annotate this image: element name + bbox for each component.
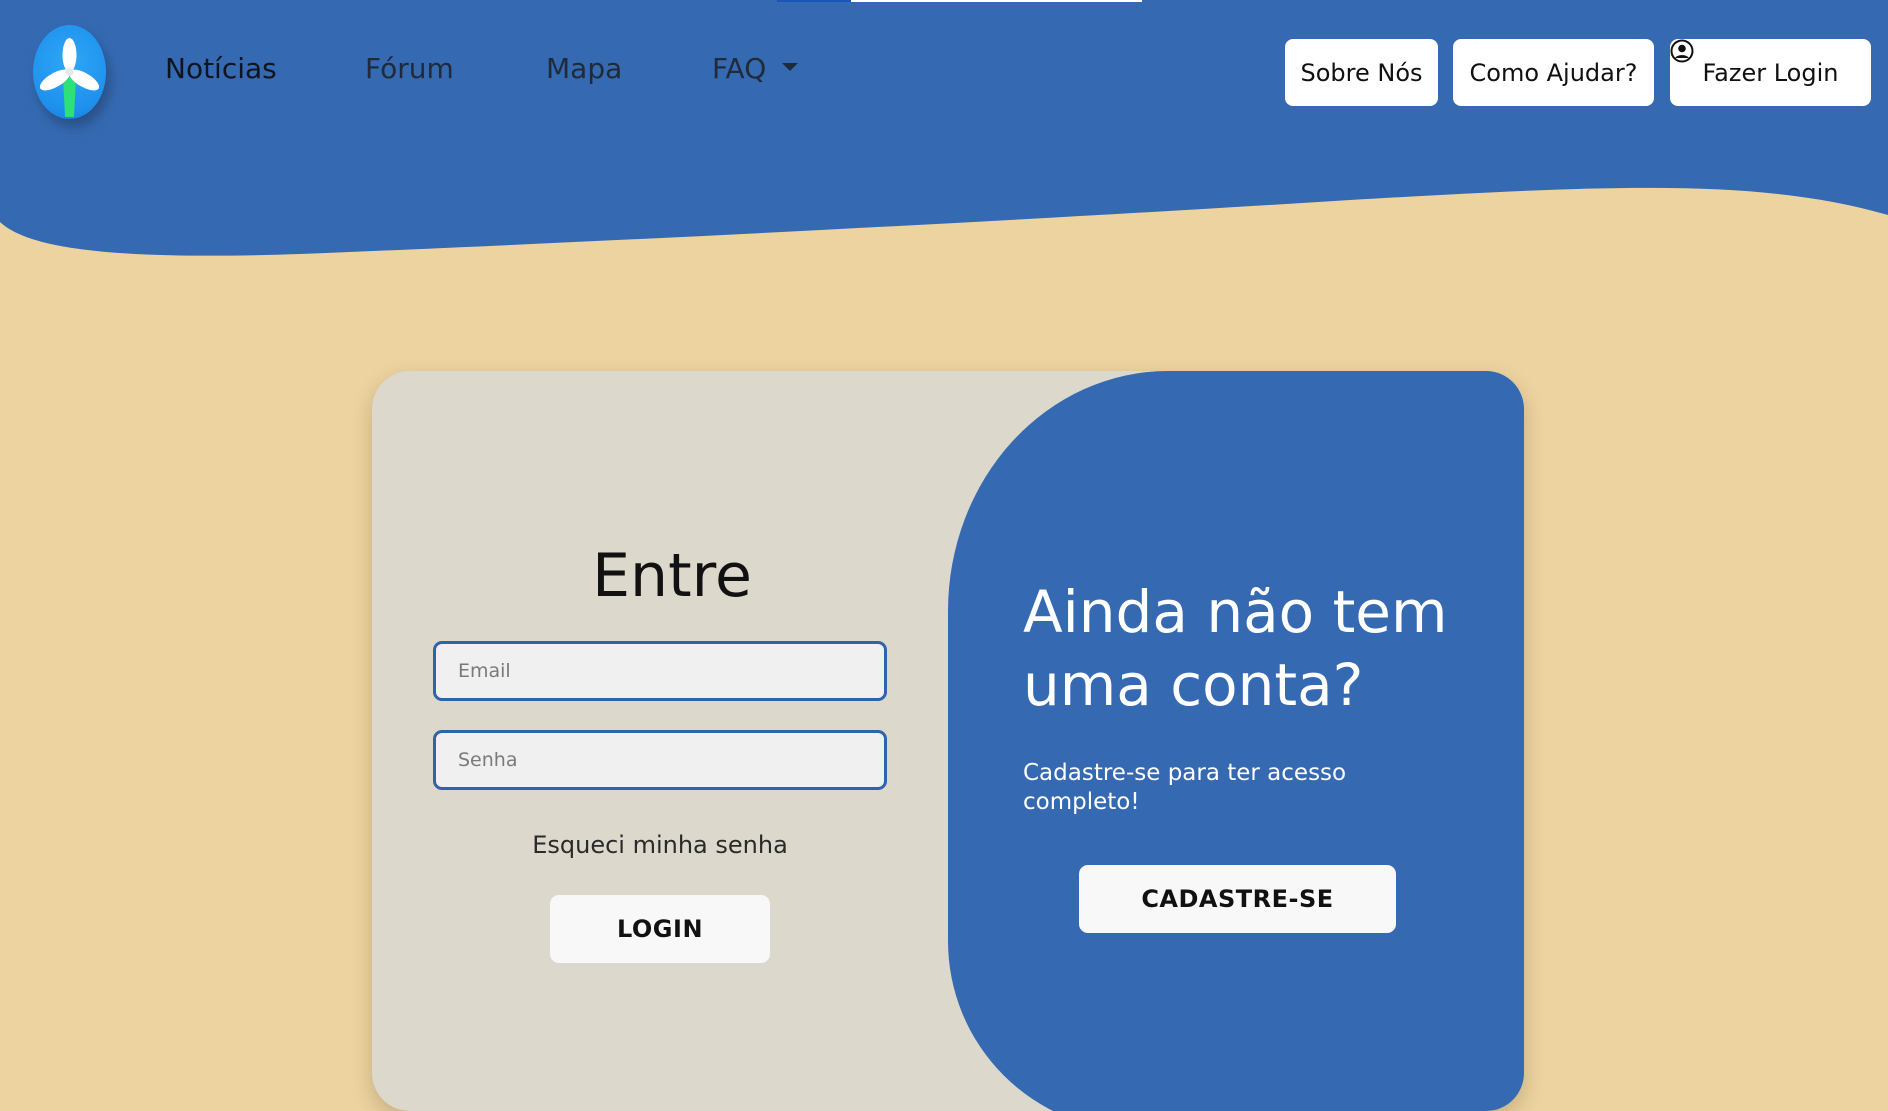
login-submit-button[interactable]: LOGIN <box>550 895 770 963</box>
nav-mapa[interactable]: Mapa <box>546 52 622 85</box>
nav-forum[interactable]: Fórum <box>365 52 454 85</box>
login-header-button-label: Fazer Login <box>1702 58 1839 87</box>
email-input[interactable] <box>433 641 887 701</box>
windmill-icon <box>39 38 100 117</box>
user-circle-icon <box>1670 39 1694 63</box>
header-banner: Notícias Fórum Mapa FAQ Sobre Nós Como A… <box>0 0 1888 270</box>
nav-faq-dropdown[interactable]: FAQ <box>712 52 799 85</box>
password-input[interactable] <box>433 730 887 790</box>
help-button-label: Como Ajudar? <box>1469 58 1638 87</box>
about-button-label: Sobre Nós <box>1300 58 1423 87</box>
about-button[interactable]: Sobre Nós <box>1285 39 1438 106</box>
forgot-password-link[interactable]: Esqueci minha senha <box>372 831 948 859</box>
nav-faq-label: FAQ <box>712 52 767 85</box>
page-load-progress <box>777 0 851 2</box>
windmill-logo-icon[interactable] <box>33 25 106 119</box>
signup-title: Ainda não tem uma conta? <box>1023 578 1448 719</box>
page-load-progress-track <box>851 0 1142 2</box>
signup-subtitle: Cadastre-se para ter acesso completo! <box>1023 760 1347 815</box>
help-button[interactable]: Como Ajudar? <box>1453 39 1654 106</box>
signup-button[interactable]: CADASTRE-SE <box>1079 865 1396 933</box>
caret-down-icon <box>782 63 799 71</box>
login-title: Entre <box>592 541 752 611</box>
nav-noticias[interactable]: Notícias <box>165 52 277 85</box>
auth-card: Entre Esqueci minha senha LOGIN Ainda nã… <box>372 371 1524 1111</box>
signup-panel: Ainda não tem uma conta? Cadastre-se par… <box>948 371 1524 1111</box>
login-header-button[interactable]: Fazer Login <box>1670 39 1871 106</box>
